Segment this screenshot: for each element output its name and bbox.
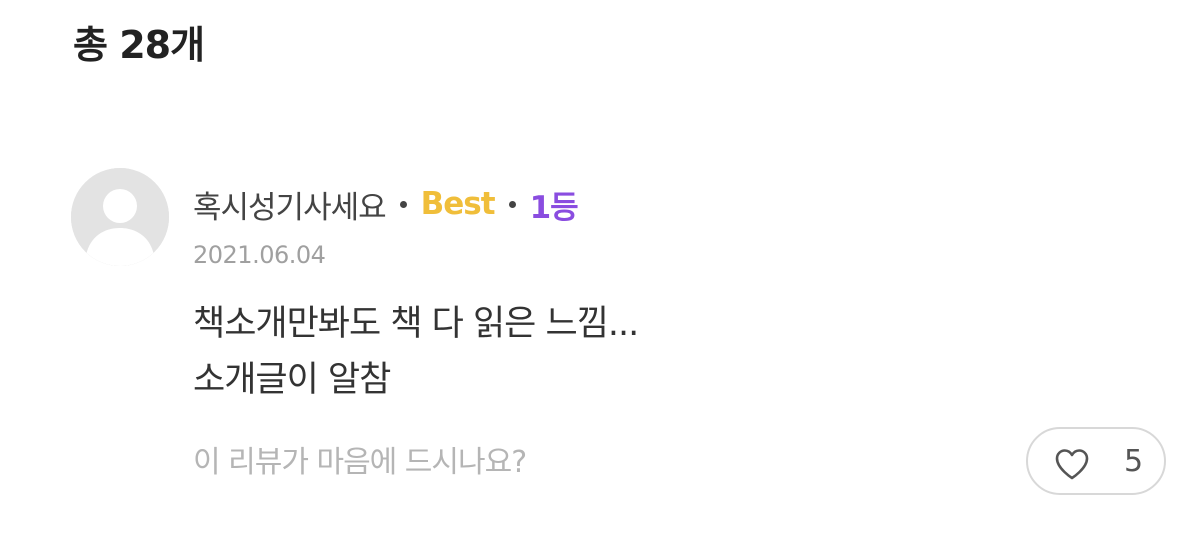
like-count: 5: [1124, 444, 1144, 479]
review-item: 혹시성기사세요 Best 1등 2021.06.04 책소개만봐도 책 다 읽은…: [0, 0, 1191, 538]
review-text: 책소개만봐도 책 다 읽은 느낌... 소개글이 알참: [193, 296, 639, 408]
heart-icon: [1055, 449, 1089, 480]
review-text-line: 책소개만봐도 책 다 읽은 느낌...: [193, 304, 639, 344]
review-meta: 혹시성기사세요 Best 1등: [193, 182, 579, 226]
separator-dot: [508, 200, 516, 208]
review-date: 2021.06.04: [193, 241, 326, 269]
separator-dot: [399, 200, 407, 208]
like-button[interactable]: 5: [1026, 427, 1166, 495]
best-badge: Best: [420, 186, 496, 222]
review-text-line: 소개글이 알참: [193, 360, 391, 400]
rank-badge: 1등: [529, 189, 579, 226]
avatar: [71, 168, 169, 266]
default-user-avatar-icon: [71, 168, 169, 266]
like-prompt: 이 리뷰가 마음에 드시나요?: [193, 445, 527, 480]
reviewer-nickname: 혹시성기사세요: [193, 189, 387, 226]
